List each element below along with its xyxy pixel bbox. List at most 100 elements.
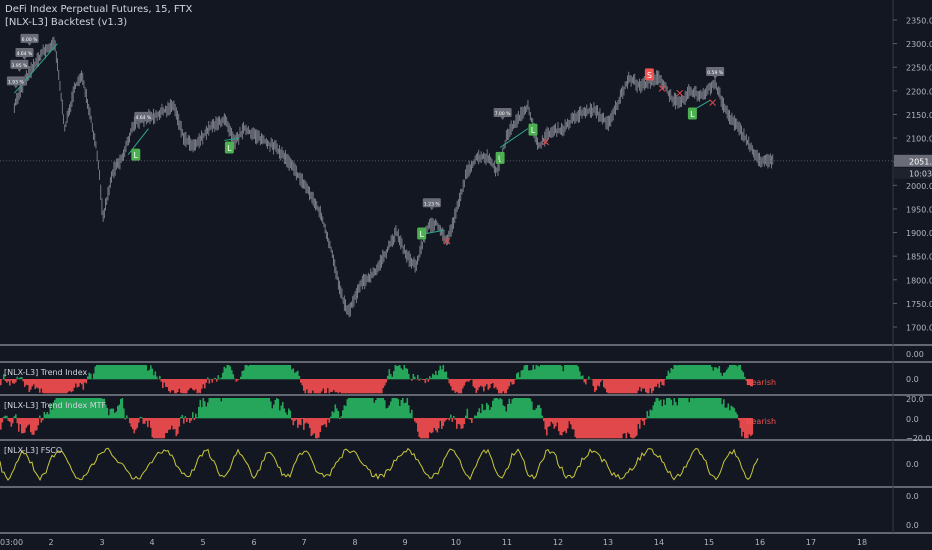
histogram-bar: [630, 379, 632, 394]
histogram-bar: [700, 365, 703, 380]
histogram-bar: [61, 379, 64, 394]
long-signal[interactable]: L: [224, 141, 234, 154]
indicator-title[interactable]: [NLX-L3] Backtest (v1.3): [5, 17, 127, 28]
histogram-bar: [567, 418, 569, 429]
histogram-bar: [742, 418, 745, 432]
histogram-bar: [150, 418, 152, 428]
histogram-bar: [712, 398, 715, 419]
histogram-bar: [469, 379, 472, 381]
long-signal[interactable]: L: [417, 227, 427, 240]
histogram-bar: [387, 407, 389, 419]
histogram-bar: [282, 401, 284, 419]
histogram-bar: [598, 418, 601, 439]
histogram-bar: [211, 379, 214, 383]
histogram-bar: [442, 418, 445, 426]
histogram-bar: [507, 404, 509, 419]
trade-result-text: 1.23 %: [424, 201, 440, 207]
histogram-bar: [267, 365, 269, 380]
time-tick-label: 5: [200, 538, 205, 547]
histogram-bar: [513, 398, 515, 419]
histogram-bar: [205, 379, 208, 383]
histogram-bar: [639, 418, 641, 429]
price-tick-label: 2250.0: [906, 64, 932, 73]
histogram-bar: [484, 409, 487, 419]
histogram-bar: [142, 365, 145, 380]
histogram-bar: [138, 365, 140, 380]
histogram-bar: [241, 398, 244, 419]
histogram-bar: [646, 411, 649, 419]
long-signal[interactable]: L: [687, 107, 697, 120]
histogram-bar: [558, 365, 560, 380]
histogram-bar: [240, 376, 242, 380]
price-tick-label: 2200.0: [906, 87, 932, 96]
long-signal-text: L: [134, 151, 139, 160]
histogram-bar: [495, 398, 497, 419]
histogram-bar: [627, 379, 629, 394]
histogram-bar: [673, 365, 676, 380]
histogram-bar: [381, 398, 383, 419]
histogram-bar: [312, 379, 314, 391]
long-signal[interactable]: L: [495, 151, 505, 164]
histogram-bar: [435, 418, 437, 431]
histogram-bar: [286, 414, 289, 419]
histogram-bar: [355, 398, 358, 419]
chart-canvas[interactable]: 2350.02300.02250.02200.02150.02100.02050…: [0, 0, 932, 550]
histogram-bar: [42, 379, 44, 393]
histogram-bar: [172, 379, 175, 391]
histogram-bar: [615, 418, 617, 439]
histogram-bar: [307, 379, 310, 394]
histogram-bar: [487, 379, 490, 390]
histogram-bar: [87, 376, 89, 380]
histogram-bar: [142, 418, 145, 424]
histogram-bar: [732, 365, 734, 380]
long-signal[interactable]: L: [131, 148, 141, 161]
histogram-bar: [178, 418, 181, 427]
histogram-bar: [604, 418, 607, 439]
histogram-bar: [624, 379, 626, 394]
histogram-bar: [673, 398, 676, 419]
histogram-bar: [184, 416, 187, 419]
histogram-bar: [511, 399, 514, 419]
histogram-bar: [339, 379, 341, 393]
histogram-bar: [16, 418, 19, 424]
histogram-bar: [124, 365, 127, 380]
histogram-bar: [739, 418, 742, 429]
histogram-bar: [382, 398, 385, 419]
histogram-bar: [19, 377, 22, 380]
histogram-bar: [307, 418, 310, 424]
histogram-bar: [321, 418, 323, 426]
short-signal[interactable]: S: [644, 68, 654, 81]
histogram-bar: [696, 365, 698, 380]
histogram-bar: [547, 365, 550, 380]
histogram-bar: [373, 402, 376, 419]
histogram-bar: [541, 415, 544, 419]
histogram-bar: [525, 365, 527, 380]
histogram-bar: [21, 377, 23, 380]
histogram-bar: [457, 379, 460, 394]
histogram-bar: [99, 365, 101, 380]
histogram-bar: [18, 418, 20, 432]
histogram-bar: [705, 398, 707, 419]
histogram-bar: [607, 418, 610, 439]
histogram-bar: [136, 418, 139, 428]
time-tick-label: 17: [806, 538, 816, 547]
histogram-bar: [403, 403, 406, 419]
histogram-bar: [616, 379, 619, 394]
long-signal[interactable]: L: [528, 123, 538, 136]
histogram-bar: [276, 398, 278, 419]
histogram-bar: [594, 379, 596, 393]
histogram-bar: [549, 418, 551, 427]
histogram-bar: [399, 365, 401, 380]
histogram-bar: [73, 379, 76, 388]
time-tick-label: 6: [251, 538, 256, 547]
histogram-bar: [669, 398, 671, 419]
histogram-bar: [579, 371, 581, 380]
histogram-bar: [550, 418, 553, 422]
histogram-bar: [115, 365, 118, 380]
histogram-bar: [222, 398, 224, 419]
histogram-bar: [238, 398, 241, 419]
histogram-bar: [694, 398, 697, 419]
histogram-bar: [622, 418, 625, 434]
histogram-bar: [27, 379, 29, 386]
histogram-bar: [94, 366, 97, 380]
